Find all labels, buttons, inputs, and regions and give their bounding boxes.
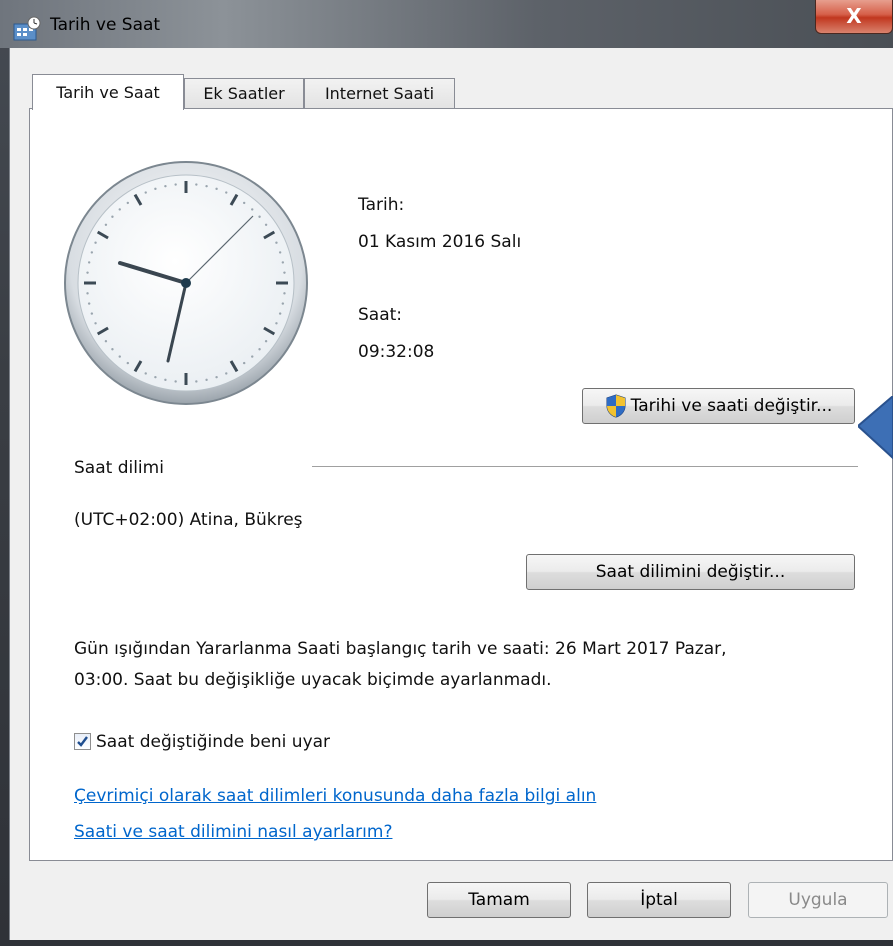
- window-title: Tarih ve Saat: [50, 15, 161, 35]
- clock-minute-dot: [281, 302, 285, 305]
- change-timezone-label: Saat dilimini değiştir...: [595, 562, 786, 582]
- clock-minute-dot: [195, 380, 198, 383]
- clock-minute-dot: [87, 261, 91, 264]
- clock-minute-dot: [164, 378, 167, 382]
- clock-minute-dot: [94, 241, 97, 244]
- clock-minute-dot: [205, 184, 208, 188]
- clock-minute-dot: [278, 251, 282, 254]
- clock-minute-dot: [154, 187, 157, 191]
- tab-label: Tarih ve Saat: [56, 83, 160, 102]
- change-date-time-button[interactable]: Tarihi ve saati değiştir...: [582, 388, 855, 424]
- clock-minute-dot: [264, 223, 268, 227]
- clock-minute-dot: [111, 215, 114, 218]
- clock-minute-dot: [242, 201, 246, 205]
- change-date-time-label: Tarihi ve saati değiştir...: [630, 396, 833, 416]
- clock-minute-dot: [251, 355, 254, 358]
- tab-label: Internet Saati: [324, 84, 435, 103]
- ok-label: Tamam: [468, 890, 530, 910]
- clock-minute-dot: [111, 348, 114, 351]
- clock-minute-dot: [86, 271, 89, 274]
- clock-minute-dot: [258, 215, 261, 218]
- tab-internet-time[interactable]: Internet Saati: [304, 78, 455, 108]
- clock-minute-dot: [174, 183, 177, 186]
- dst-info-line1: Gün ışığından Yararlanma Saati başlangıç…: [74, 639, 727, 659]
- analog-clock: [64, 161, 308, 405]
- close-icon: X: [846, 4, 862, 28]
- clock-minute-dot: [118, 355, 121, 358]
- clock-minute-dot: [126, 361, 130, 365]
- clock-minute-dot: [118, 208, 121, 211]
- clock-minute-dot: [251, 208, 254, 211]
- clock-minute-dot: [283, 292, 286, 295]
- clock-minute-dot: [164, 184, 167, 188]
- tab-date-time-active[interactable]: Tarih ve Saat: [32, 74, 184, 110]
- clock-minute-dot: [174, 380, 177, 383]
- title-bar[interactable]: Tarih ve Saat: [0, 0, 893, 48]
- how-to-set-clock-link[interactable]: Saati ve saat dilimini nasıl ayarlarım?: [74, 822, 392, 842]
- cancel-label: İptal: [640, 890, 678, 910]
- clock-minute-dot: [275, 241, 278, 244]
- clock-minute-dot: [264, 339, 268, 343]
- clock-minute-dot: [104, 339, 108, 343]
- clock-minute-dot: [225, 372, 228, 375]
- dst-info-line2: 03:00. Saat bu değişikliğe uyacak biçimd…: [74, 670, 552, 690]
- window-clock-icon: [13, 16, 41, 41]
- clock-minute-dot: [258, 348, 261, 351]
- clock-minute-dot: [195, 183, 198, 186]
- clock-minute-dot: [144, 191, 147, 194]
- clock-minute-dot: [90, 251, 94, 254]
- clock-minute-dot: [87, 302, 91, 305]
- clock-minute-dot: [215, 187, 218, 191]
- close-button[interactable]: X: [815, 0, 893, 34]
- clock-minute-dot: [242, 361, 246, 365]
- date-value: 01 Kasım 2016 Salı: [358, 232, 522, 252]
- clock-minute-dot: [144, 372, 147, 375]
- clock-minute-dot: [104, 223, 108, 227]
- clock-minute-dot: [86, 292, 89, 295]
- clock-minute-dot: [205, 378, 208, 382]
- notify-checkbox[interactable]: [74, 733, 91, 750]
- clock-minute-dot: [283, 271, 286, 274]
- time-label: Saat:: [358, 305, 403, 325]
- section-divider: [312, 466, 858, 467]
- date-label: Tarih:: [358, 195, 405, 215]
- clock-minute-dot: [275, 322, 278, 325]
- cancel-button[interactable]: İptal: [587, 882, 731, 918]
- annotation-arrow-icon: [858, 396, 893, 460]
- clock-minute-dot: [225, 191, 228, 194]
- tab-additional-clocks[interactable]: Ek Saatler: [184, 78, 304, 108]
- timezone-value: (UTC+02:00) Atina, Bükreş: [74, 510, 303, 530]
- clock-minute-dot: [154, 375, 157, 379]
- change-timezone-button[interactable]: Saat dilimini değiştir...: [526, 554, 855, 590]
- time-value: 09:32:08: [358, 342, 435, 362]
- uac-shield-icon: [606, 394, 626, 418]
- clock-minute-dot: [278, 312, 282, 315]
- checkmark-icon: [77, 736, 88, 747]
- clock-minute-dot: [90, 312, 94, 315]
- window-frame: Tarih ve Saat X Tarih ve Saat Tarih ve S…: [0, 0, 893, 946]
- online-timezone-info-link[interactable]: Çevrimiçi olarak saat dilimleri konusund…: [74, 786, 596, 806]
- clock-center: [181, 278, 191, 288]
- clock-minute-dot: [126, 201, 130, 205]
- clock-minute-dot: [94, 322, 97, 325]
- apply-button[interactable]: Uygula: [748, 882, 888, 918]
- clock-minute-dot: [281, 261, 285, 264]
- apply-label: Uygula: [788, 890, 848, 910]
- tab-label: Ek Saatler: [203, 84, 285, 103]
- timezone-section-label: Saat dilimi: [74, 458, 164, 478]
- clock-minute-dot: [215, 375, 218, 379]
- ok-button[interactable]: Tamam: [427, 882, 571, 918]
- notify-checkbox-label[interactable]: Saat değiştiğinde beni uyar: [96, 732, 330, 752]
